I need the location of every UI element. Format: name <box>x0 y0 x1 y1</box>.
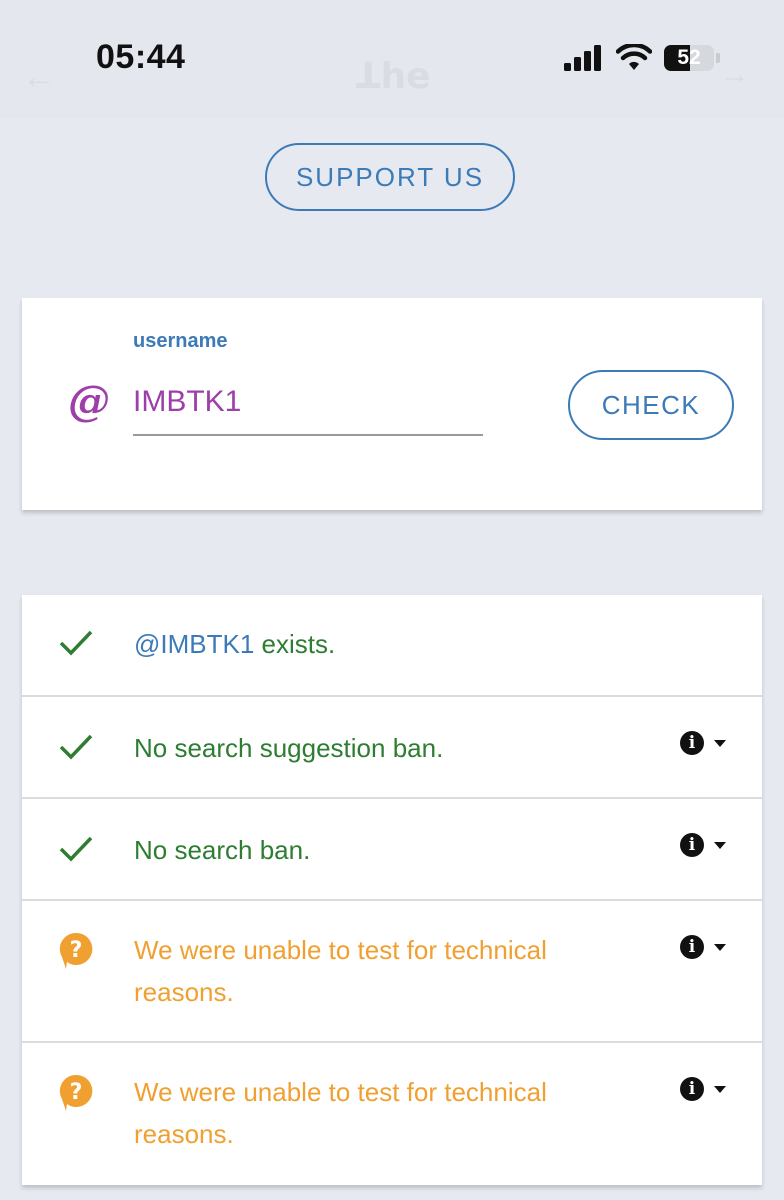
result-row-search-suggestion: No search suggestion ban. i <box>22 697 762 799</box>
result-message: exists. <box>254 629 336 659</box>
dropdown-caret-icon[interactable] <box>714 841 726 849</box>
wifi-icon <box>616 44 652 70</box>
support-us-button[interactable]: SUPPORT US <box>265 143 515 211</box>
back-arrow-icon: ← <box>22 58 56 96</box>
question-bubble-icon: ? <box>59 932 93 969</box>
check-button[interactable]: CHECK <box>568 370 734 440</box>
status-icons: 52 <box>564 42 720 74</box>
result-row-exists: @IMBTK1 exists. <box>22 595 762 697</box>
battery-level: 52 <box>677 46 701 69</box>
status-time: 05:44 <box>96 38 186 76</box>
info-icon[interactable]: i <box>680 833 704 857</box>
result-handle: @IMBTK1 <box>134 629 255 659</box>
cellular-signal-icon <box>564 45 601 71</box>
svg-text:?: ? <box>70 938 83 963</box>
status-bar: ← ꓕhe → 05:44 52 <box>0 0 784 118</box>
at-sign-icon: @ <box>68 376 110 425</box>
result-message: No search ban. <box>134 835 311 865</box>
username-card: @ username CHECK <box>22 298 762 510</box>
result-actions[interactable]: i <box>680 731 726 755</box>
username-label: username <box>133 330 228 352</box>
check-icon <box>59 734 93 760</box>
info-icon[interactable]: i <box>680 1077 704 1101</box>
result-actions[interactable]: i <box>680 1077 726 1101</box>
dropdown-caret-icon[interactable] <box>714 739 726 747</box>
check-icon <box>59 836 93 862</box>
dropdown-caret-icon[interactable] <box>714 1085 726 1093</box>
forward-arrow-icon: → <box>720 58 750 91</box>
result-message: No search suggestion ban. <box>134 733 444 763</box>
result-row-search-ban: No search ban. i <box>22 799 762 901</box>
username-input[interactable] <box>133 370 483 436</box>
svg-text:?: ? <box>70 1080 83 1105</box>
result-message: We were unable to test for technical rea… <box>134 935 547 1007</box>
result-row-unknown-2: ? We were unable to test for technical r… <box>22 1043 762 1185</box>
info-icon[interactable]: i <box>680 731 704 755</box>
result-text: @IMBTK1 exists. <box>134 623 632 665</box>
result-row-unknown-1: ? We were unable to test for technical r… <box>22 901 762 1043</box>
result-actions[interactable]: i <box>680 935 726 959</box>
battery-cap <box>716 53 720 63</box>
result-actions[interactable]: i <box>680 833 726 857</box>
dropdown-caret-icon[interactable] <box>714 943 726 951</box>
background-header-title: ꓕhe <box>356 56 431 97</box>
check-icon <box>59 630 93 656</box>
question-bubble-icon: ? <box>59 1074 93 1111</box>
info-icon[interactable]: i <box>680 935 704 959</box>
results-list: @IMBTK1 exists. No search suggestion ban… <box>22 595 762 1185</box>
battery-icon: 52 <box>664 45 714 71</box>
result-message: We were unable to test for technical rea… <box>134 1077 547 1149</box>
